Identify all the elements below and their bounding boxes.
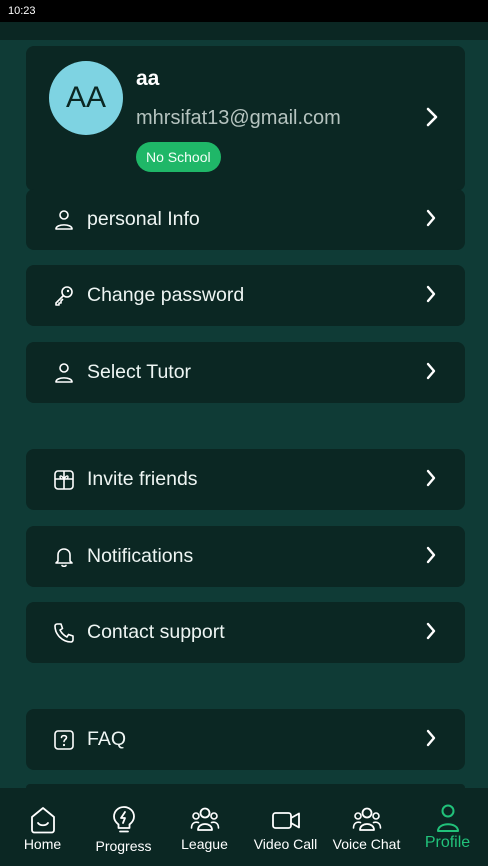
profile-email: mhrsifat13@gmail.com [136,107,341,129]
profile-card[interactable]: AA aa mhrsifat13@gmail.com No School [26,46,465,191]
user-icon [55,210,73,230]
avatar: AA [49,61,123,135]
status-bar: 10:23 [0,0,488,22]
profile-icon [436,804,459,832]
menu-item-select-tutor[interactable]: Select Tutor [26,342,465,403]
tab-voice-chat[interactable]: Voice Chat [326,788,407,866]
school-badge: No School [136,142,221,172]
menu-item-change-password[interactable]: Change password [26,265,465,326]
voice-chat-icon [352,807,381,831]
chevron-right-icon [426,107,438,127]
menu-label-contact-support: Contact support [87,621,225,643]
menu-item-notifications[interactable]: Notifications [26,526,465,587]
menu-item-faq[interactable]: FAQ [26,709,465,770]
tab-label: Voice Chat [332,836,401,852]
gift-icon [54,470,74,490]
menu-item-invite-friends[interactable]: Invite friends [26,449,465,510]
tab-label: League [181,836,228,852]
progress-icon [112,806,135,833]
chevron-right-icon [426,469,436,487]
chevron-right-icon [426,285,436,303]
chevron-right-icon [426,362,436,380]
key-icon [55,286,73,306]
bell-icon [55,548,73,568]
profile-name: aa [136,67,160,90]
tab-progress[interactable]: Progress [83,788,164,866]
tab-label: Profile [424,834,471,851]
menu-item-personal-info[interactable]: personal Info [26,189,465,250]
tab-label: Video Call [253,836,318,852]
menu-label-notifications: Notifications [87,545,194,567]
phone-icon [54,623,74,643]
chevron-right-icon [426,546,436,564]
question-icon [54,730,74,750]
league-icon [190,807,219,831]
tab-profile[interactable]: Profile [407,788,488,866]
tab-label: Progress [95,838,152,854]
chevron-right-icon [426,209,436,227]
tab-label: Home [23,836,62,852]
chevron-right-icon [426,622,436,640]
tab-league[interactable]: League [164,788,245,866]
chevron-right-icon [426,729,436,747]
home-icon [30,807,55,834]
menu-label-faq: FAQ [87,728,127,750]
status-time: 10:23 [8,5,36,17]
user-icon [55,363,73,383]
tab-home[interactable]: Home [2,788,83,866]
menu-label-change-password: Change password [87,284,245,306]
menu-label-invite-friends: Invite friends [87,468,198,490]
bottom-tab-bar: Home Progress League Video Call Voice Ch… [0,788,488,866]
menu-item-contact-support[interactable]: Contact support [26,602,465,663]
video-call-icon [271,812,300,829]
tab-video-call[interactable]: Video Call [245,788,326,866]
menu-label-select-tutor: Select Tutor [87,361,192,383]
menu-label-personal-info: personal Info [87,208,200,230]
top-band [0,22,488,40]
